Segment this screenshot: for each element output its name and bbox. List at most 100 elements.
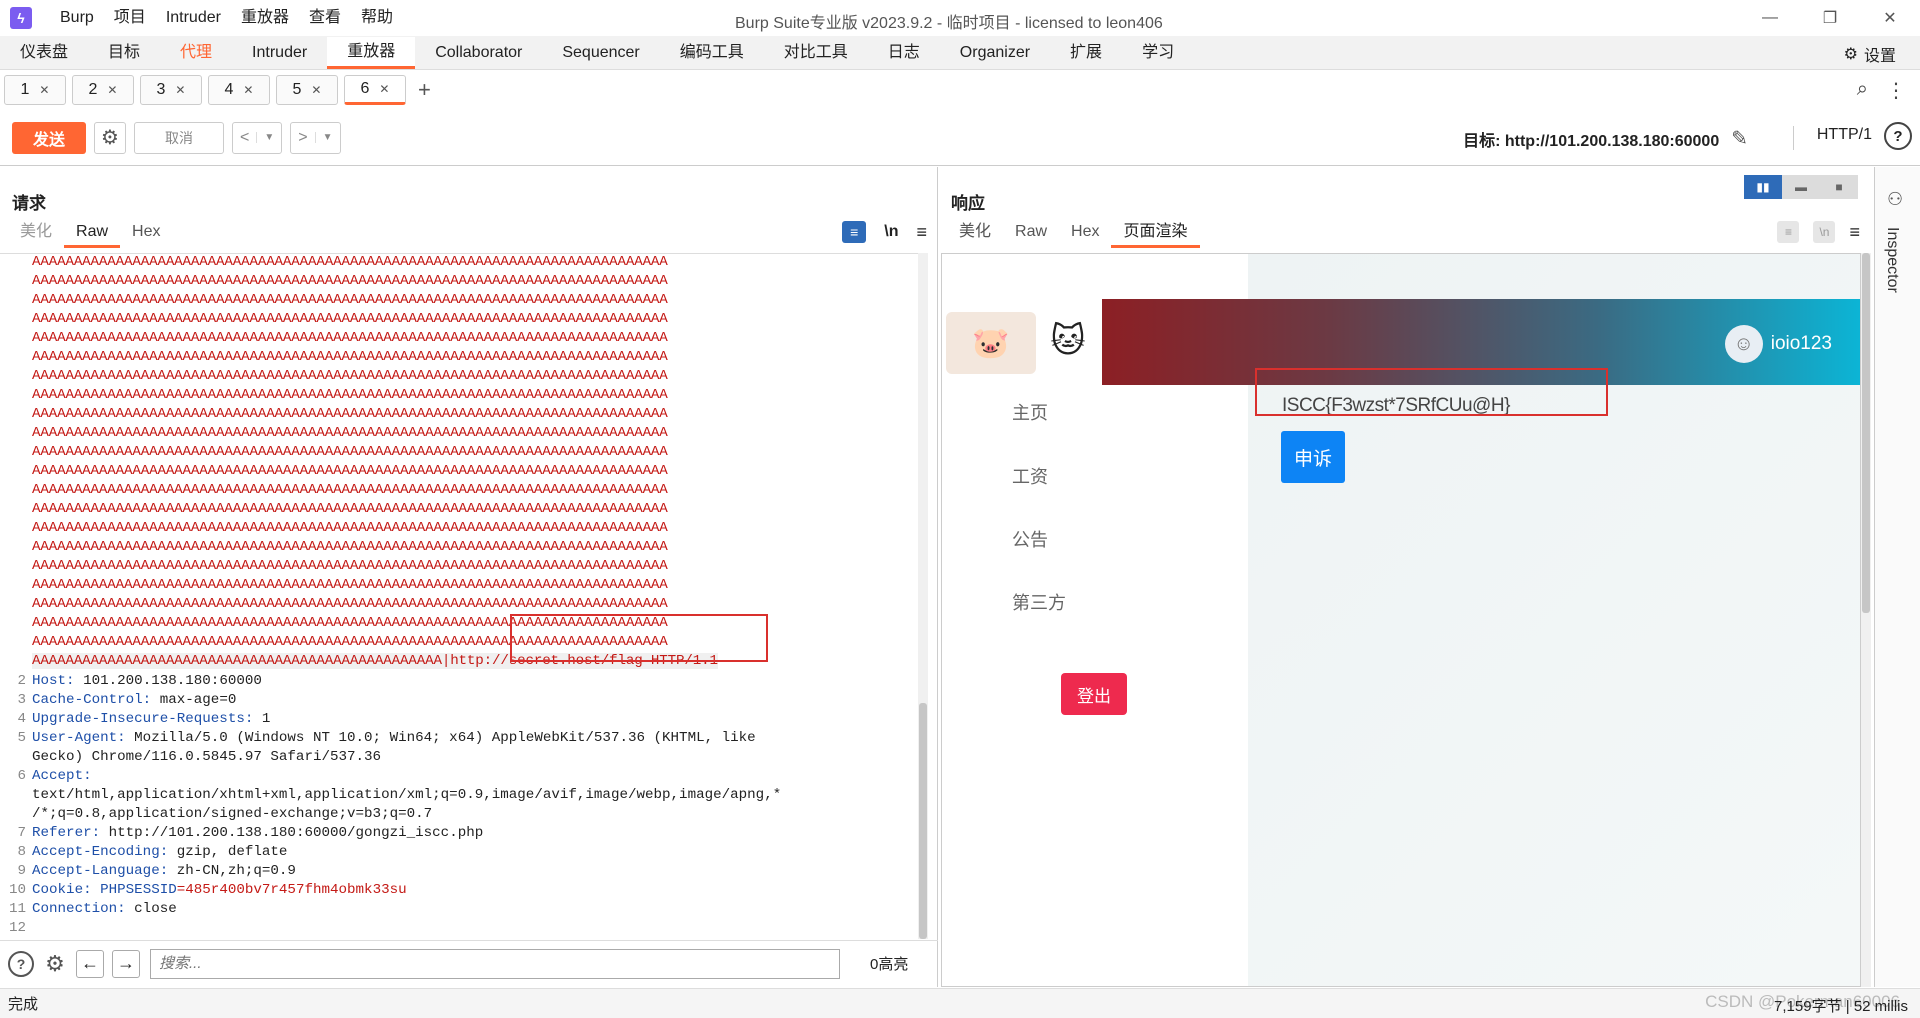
tab-raw[interactable]: Raw — [64, 219, 121, 248]
tab-intruder[interactable]: Intruder — [232, 37, 327, 69]
gear-icon[interactable]: ⚙ — [94, 121, 126, 154]
tab-collaborator[interactable]: Collaborator — [415, 37, 542, 69]
help-icon[interactable]: ? — [1884, 122, 1912, 150]
nav-home[interactable]: 主页 — [1012, 399, 1048, 425]
menu-intruder[interactable]: Intruder — [156, 0, 231, 36]
scrollbar[interactable] — [918, 253, 928, 939]
menu-help[interactable]: 帮助 — [351, 0, 403, 36]
layout-split-icon[interactable]: ▮▮ — [1744, 175, 1782, 199]
tab-learn[interactable]: 学习 — [1122, 37, 1194, 69]
repeater-tab-4[interactable]: 4 ✕ — [208, 75, 270, 105]
tab-decoder[interactable]: 编码工具 — [660, 37, 764, 69]
header-line: 13 — [0, 938, 32, 939]
inspector-sidebar[interactable]: ⚇ Inspector — [1874, 167, 1920, 987]
close-icon[interactable]: ✕ — [175, 83, 185, 97]
tab-raw[interactable]: Raw — [1003, 219, 1059, 248]
menu-burp[interactable]: Burp — [50, 0, 104, 36]
tab-target[interactable]: 目标 — [88, 37, 160, 69]
nav-notice[interactable]: 公告 — [1012, 526, 1048, 552]
tab-dashboard[interactable]: 仪表盘 — [0, 37, 88, 69]
menu-project[interactable]: 项目 — [104, 0, 156, 36]
pencil-icon[interactable]: ✎ — [1731, 126, 1748, 151]
cat-logo-icon: 🐱 — [1050, 322, 1086, 360]
layout-horizontal-icon[interactable]: ▬ — [1782, 175, 1820, 199]
gear-icon[interactable]: ⚙ — [42, 951, 68, 977]
rendered-page: ☺ ioio123 🐷 🐱 主页 工资 公告 第三方 ISCC{F3wzst*7… — [941, 253, 1861, 987]
tab-proxy[interactable]: 代理 — [160, 37, 232, 69]
request-editor[interactable]: AAAAAAAAAAAAAAAAAAAAAAAAAAAAAAAAAAAAAAAA… — [0, 253, 926, 939]
tab-extensions[interactable]: 扩展 — [1050, 37, 1122, 69]
repeater-tab-1[interactable]: 1 ✕ — [4, 75, 66, 105]
close-icon[interactable]: ✕ — [379, 82, 389, 96]
tab-logger[interactable]: 日志 — [868, 37, 940, 69]
forward-button[interactable]: > ▼ — [290, 121, 341, 154]
close-icon[interactable]: ✕ — [311, 83, 321, 97]
request-line: AAAAAAAAAAAAAAAAAAAAAAAAAAAAAAAAAAAAAAAA… — [32, 596, 668, 612]
dropdown-icon[interactable]: ▼ — [314, 132, 340, 143]
status-bar: 完成 CSDN @Pokerman60006 7,159字节 | 52 mill… — [0, 988, 1920, 1018]
tab-comparer[interactable]: 对比工具 — [764, 37, 868, 69]
menu-view[interactable]: 查看 — [299, 0, 351, 36]
tab-hex[interactable]: Hex — [120, 219, 172, 248]
restore-icon[interactable]: ❐ — [1800, 0, 1860, 36]
header-name: Cache-Control: — [32, 692, 152, 708]
close-icon[interactable]: ✕ — [243, 83, 253, 97]
tab-sequencer[interactable]: Sequencer — [542, 37, 659, 69]
logout-button[interactable]: 登出 — [1061, 673, 1127, 715]
dropdown-icon[interactable]: ▼ — [256, 132, 281, 143]
add-tab-icon[interactable]: + — [418, 77, 431, 103]
appeal-button[interactable]: 申诉 — [1281, 431, 1345, 483]
tab-pretty[interactable]: 美化 — [947, 219, 1003, 248]
repeater-tab-3[interactable]: 3 ✕ — [140, 75, 202, 105]
search-input[interactable] — [150, 948, 840, 979]
arrow-right-icon[interactable]: → — [112, 949, 140, 978]
tab-repeater[interactable]: 重放器 — [327, 37, 416, 69]
http-version[interactable]: HTTP/1 — [1817, 126, 1872, 144]
header-value: max-age=0 — [151, 692, 237, 708]
tab-organizer[interactable]: Organizer — [940, 37, 1050, 69]
tab-render[interactable]: 页面渲染 — [1111, 219, 1200, 248]
arrow-left-icon[interactable]: ← — [76, 949, 104, 978]
header-name: Accept: — [32, 768, 92, 784]
repeater-tab-5[interactable]: 5 ✕ — [276, 75, 338, 105]
nav-salary[interactable]: 工资 — [1012, 463, 1048, 489]
wrap-icon[interactable]: ≡ — [842, 221, 867, 243]
tab-pretty[interactable]: 美化 — [8, 219, 64, 248]
line-number: 12 — [8, 920, 26, 936]
newline-icon[interactable]: \n — [884, 223, 898, 241]
cancel-button[interactable]: 取消 — [134, 121, 224, 154]
target-display[interactable]: 目标: http://101.200.138.180:60000 ✎ — [1463, 126, 1748, 151]
menu-icon[interactable]: ≡ — [916, 222, 927, 243]
nav-third-party[interactable]: 第三方 — [1012, 589, 1066, 615]
search-icon[interactable]: ⌕ — [1857, 78, 1868, 103]
burp-logo-icon: ϟ — [10, 7, 32, 29]
more-icon[interactable]: ⋮ — [1886, 78, 1906, 103]
back-button[interactable]: < ▼ — [232, 121, 283, 154]
close-icon[interactable]: ✕ — [1860, 0, 1920, 36]
highlight-box — [1255, 368, 1608, 416]
settings-button[interactable]: ⚙ 设置 — [1844, 42, 1896, 66]
minimize-icon[interactable]: — — [1740, 0, 1800, 36]
menu-bar: Burp 项目 Intruder 重放器 查看 帮助 — [50, 0, 403, 36]
header-value: /*;q=0.8,application/signed-exchange;v=b… — [32, 806, 433, 822]
header-line: 9 Accept-Language: zh-CN,zh;q=0.9 — [0, 862, 295, 881]
repeater-tab-6[interactable]: 6 ✕ — [344, 75, 406, 105]
tab-hex[interactable]: Hex — [1059, 219, 1111, 248]
inspector-icon[interactable]: ⚇ — [1887, 189, 1903, 210]
scrollbar[interactable] — [1861, 253, 1871, 987]
header-line: 6 Accept: — [0, 767, 92, 786]
menu-icon[interactable]: ≡ — [1849, 222, 1860, 243]
repeater-tab-2[interactable]: 2 ✕ — [72, 75, 134, 105]
send-button[interactable]: 发送 — [12, 121, 86, 154]
inspector-label[interactable]: Inspector — [1883, 227, 1901, 293]
close-icon[interactable]: ✕ — [39, 83, 49, 97]
line-number: 10 — [8, 882, 26, 898]
repeater-tab-label: 6 — [360, 80, 370, 97]
divider — [1793, 126, 1794, 150]
user-info[interactable]: ☺ ioio123 — [1724, 325, 1832, 363]
request-line: AAAAAAAAAAAAAAAAAAAAAAAAAAAAAAAAAAAAAAAA… — [32, 254, 668, 270]
close-icon[interactable]: ✕ — [107, 83, 117, 97]
layout-single-icon[interactable]: ■ — [1820, 175, 1858, 199]
menu-repeater[interactable]: 重放器 — [231, 0, 299, 36]
help-icon[interactable]: ? — [8, 950, 34, 977]
